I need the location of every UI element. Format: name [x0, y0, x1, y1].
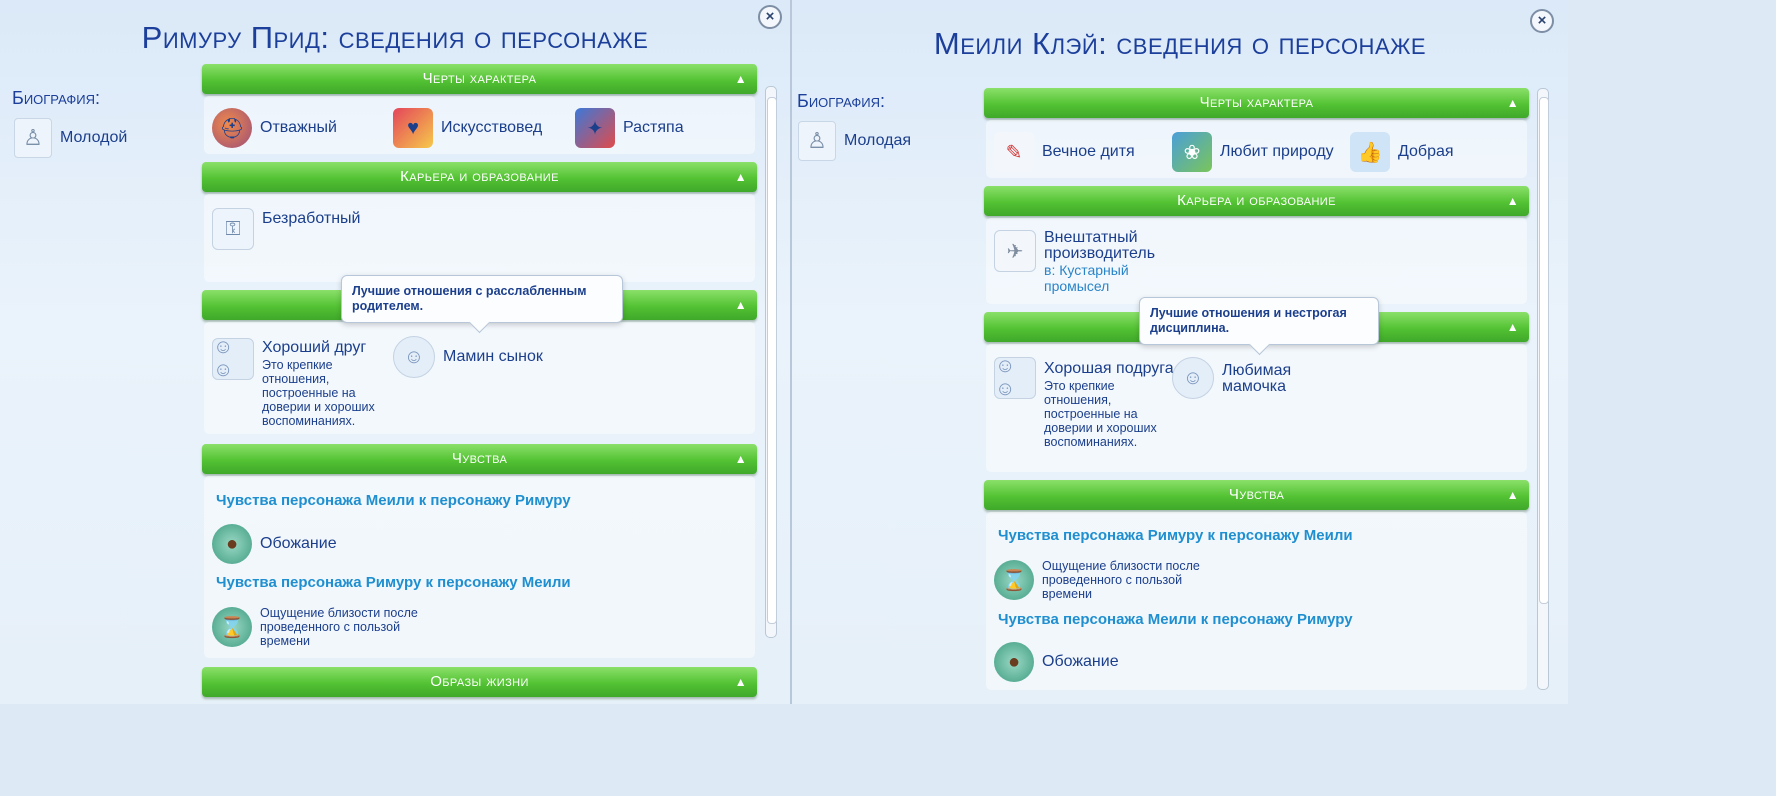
nature-icon: ❀ [1172, 132, 1212, 172]
dog-face-icon: ● [994, 642, 1034, 682]
feeling-title: Чувства персонажа Римуру к персонажу Меи… [998, 527, 1353, 544]
crayon-icon: ✎ [994, 132, 1034, 172]
career-header[interactable]: Карьера и образование ▲ [202, 162, 757, 192]
paper-plane-icon: ✈ [994, 230, 1036, 272]
career-label: Безработный [262, 210, 361, 227]
young-adult-icon: ♙ [14, 118, 52, 158]
feeling-title: Чувства персонажа Римуру к персонажу Меи… [216, 574, 571, 591]
relationship-label: Любимая мамочка [1222, 362, 1292, 395]
traits-header[interactable]: Черты характера ▲ [202, 64, 757, 94]
career-label: Внештатный производитель [1044, 229, 1156, 262]
scrollbar-thumb[interactable] [1539, 97, 1549, 604]
relationship-label: Мамин сынок [443, 348, 543, 365]
scrollbar[interactable] [1537, 88, 1549, 690]
feelings-header-label: Чувства [451, 450, 508, 467]
chevron-up-icon: ▲ [734, 452, 747, 466]
sim-info-panel-meili: Меили Клэй: сведения о персонаже × Биогр… [792, 0, 1568, 704]
career-header[interactable]: Карьера и образование ▲ [984, 186, 1529, 216]
chevron-up-icon: ▲ [734, 298, 747, 312]
panel-title: Римуру Прид: сведения о персонаже [141, 20, 649, 55]
thumbs-up-icon: 👍 [1350, 132, 1390, 172]
trait-label: Вечное дитя [1042, 143, 1135, 160]
feeling-item[interactable]: ● Обожание [994, 642, 1119, 682]
traits-header-label: Черты характера [422, 70, 537, 87]
career-branch: в: Кустарный промысел [1044, 262, 1129, 294]
lifestyles-header[interactable]: Образы жизни ▲ [202, 667, 757, 697]
traits-header-label: Черты характера [1199, 94, 1314, 111]
good-friend-icon: ☺☺ [994, 355, 1036, 400]
trait-item[interactable]: ✦ Растяпа [575, 108, 684, 148]
trait-label: Добрая [1398, 143, 1454, 160]
unemployed-icon: ⚿ [212, 208, 254, 250]
close-icon[interactable]: × [758, 5, 782, 29]
relationship-item[interactable]: ☺ Мамин сынок [393, 336, 543, 378]
feeling-label: Обожание [260, 535, 337, 552]
trait-item[interactable]: ⛑ Отважный [212, 108, 337, 148]
chevron-up-icon: ▲ [1506, 96, 1519, 110]
brave-trait-icon: ⛑ [212, 108, 252, 148]
close-icon[interactable]: × [1530, 9, 1554, 33]
trait-label: Отважный [260, 119, 337, 136]
trait-label: Искусствовед [441, 119, 543, 136]
trait-item[interactable]: 👍 Добрая [1350, 132, 1454, 172]
trait-item[interactable]: ❀ Любит природу [1172, 132, 1334, 172]
career-header-label: Карьера и образование [1177, 192, 1336, 209]
chevron-up-icon: ▲ [734, 72, 747, 86]
feeling-title: Чувства персонажа Меили к персонажу Риму… [216, 492, 571, 509]
scrollbar-thumb[interactable] [767, 97, 777, 624]
sim-info-panel-rimuru: Римуру Прид: сведения о персонаже × Биог… [0, 0, 790, 704]
panel-title: Меили Клэй: сведения о персонаже [933, 26, 1427, 61]
good-friend-icon: ☺☺ [212, 336, 254, 381]
hourglass-icon: ⌛ [994, 560, 1034, 600]
relationship-description: Это крепкие отношения, построенные на до… [262, 358, 375, 428]
age-label: Молодой [60, 129, 128, 146]
career-item[interactable]: ⚿ Безработный [212, 208, 361, 250]
chevron-up-icon: ▲ [734, 675, 747, 689]
age-item: ♙ Молодая [798, 121, 911, 161]
chevron-up-icon: ▲ [1506, 194, 1519, 208]
dog-face-icon: ● [212, 524, 252, 564]
feelings-header-label: Чувства [1228, 486, 1285, 503]
trait-label: Растяпа [623, 119, 684, 136]
mamas-boy-icon: ☺ [393, 336, 435, 378]
young-adult-icon: ♙ [798, 121, 836, 161]
scrollbar[interactable] [765, 86, 777, 638]
chevron-up-icon: ▲ [1506, 488, 1519, 502]
hourglass-icon: ⌛ [212, 607, 252, 647]
biography-label: Биография: [797, 91, 885, 111]
feeling-title: Чувства персонажа Меили к персонажу Риму… [998, 611, 1353, 628]
relationship-name: Хороший друг [262, 339, 367, 356]
relationship-item[interactable]: ☺☺ Хорошая подруга Это крепкие отношения… [994, 355, 1174, 449]
age-label: Молодая [844, 132, 912, 149]
chevron-up-icon: ▲ [1506, 320, 1519, 334]
age-item: ♙ Молодой [14, 118, 127, 158]
trait-item[interactable]: ✎ Вечное дитя [994, 132, 1135, 172]
feelings-header[interactable]: Чувства ▲ [202, 444, 757, 474]
feeling-item[interactable]: ⌛ Ощущение близости после проведенного с… [212, 606, 430, 648]
tooltip: Лучшие отношения и нестрогая дисциплина. [1139, 297, 1379, 345]
feeling-label: Ощущение близости после проведенного с п… [1042, 559, 1200, 601]
feeling-item[interactable]: ● Обожание [212, 524, 337, 564]
art-lover-trait-icon: ♥ [393, 108, 433, 148]
clumsy-trait-icon: ✦ [575, 108, 615, 148]
chevron-up-icon: ▲ [734, 170, 747, 184]
trait-label: Любит природу [1220, 143, 1334, 160]
feeling-label: Обожание [1042, 653, 1119, 670]
relationship-item[interactable]: ☺ Любимая мамочка [1172, 357, 1312, 399]
tooltip: Лучшие отношения с расслабленным родител… [341, 275, 623, 323]
beloved-mom-icon: ☺ [1172, 357, 1214, 399]
biography-label: Биография: [12, 88, 100, 108]
relationship-name: Хорошая подруга [1044, 360, 1174, 377]
career-item[interactable]: ✈ Внештатный производитель в: Кустарный … [994, 230, 1194, 294]
career-header-label: Карьера и образование [400, 168, 559, 185]
lifestyles-header-label: Образы жизни [430, 673, 529, 690]
trait-item[interactable]: ♥ Искусствовед [393, 108, 542, 148]
feelings-header[interactable]: Чувства ▲ [984, 480, 1529, 510]
feeling-label: Ощущение близости после проведенного с п… [260, 606, 418, 648]
feeling-item[interactable]: ⌛ Ощущение близости после проведенного с… [994, 559, 1212, 601]
traits-header[interactable]: Черты характера ▲ [984, 88, 1529, 118]
relationship-description: Это крепкие отношения, построенные на до… [1044, 379, 1157, 449]
relationship-item[interactable]: ☺☺ Хороший друг Это крепкие отношения, п… [212, 336, 392, 428]
